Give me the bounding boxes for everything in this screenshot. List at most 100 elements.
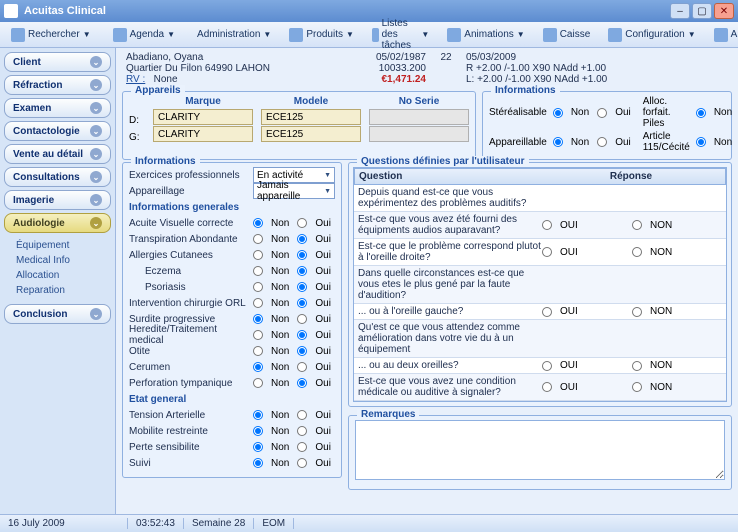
q1-non[interactable] [632, 220, 642, 230]
info7-non[interactable] [253, 330, 263, 340]
sidebar-item-imagerie[interactable]: Imagerie⌄ [4, 190, 111, 210]
info0-non[interactable] [253, 218, 263, 228]
q4-non[interactable] [632, 307, 642, 317]
etat2-non[interactable] [253, 442, 263, 452]
info4-oui[interactable] [297, 282, 307, 292]
minimize-button[interactable]: – [670, 3, 690, 19]
animations-label: Animations [464, 29, 513, 40]
ster-non[interactable] [553, 108, 563, 118]
q2-oui[interactable] [542, 247, 552, 257]
g-marque[interactable]: CLARITY [153, 126, 253, 142]
d-serie[interactable] [369, 109, 469, 125]
etat1-oui[interactable] [297, 426, 307, 436]
sidebar-item-refraction[interactable]: Réfraction⌄ [4, 75, 111, 95]
calendar-icon [113, 28, 127, 42]
agenda-button[interactable]: Agenda▼ [106, 25, 182, 45]
info0-oui[interactable] [297, 218, 307, 228]
patient-bar: Abadiano, Oyana 05/02/1987 22 05/03/2009… [116, 48, 738, 89]
info8-oui[interactable] [297, 346, 307, 356]
info1-oui[interactable] [297, 234, 307, 244]
info5-non[interactable] [253, 298, 263, 308]
etat0-non[interactable] [253, 410, 263, 420]
sidebar-item-client[interactable]: Client⌄ [4, 52, 111, 72]
q4-oui[interactable] [542, 307, 552, 317]
info4-non[interactable] [253, 282, 263, 292]
app-non[interactable] [553, 137, 563, 147]
listes-button[interactable]: Listes des tâches▼ [365, 25, 436, 45]
info1-non[interactable] [253, 234, 263, 244]
sidebar-item-consultations[interactable]: Consultations⌄ [4, 167, 111, 187]
patient-addr: Quartier Du Filon 64990 LAHON [126, 63, 306, 74]
app-title: Acuitas Clinical [24, 5, 668, 17]
q6-oui[interactable] [542, 361, 552, 371]
cash-icon [543, 28, 557, 42]
maximize-button[interactable]: ▢ [692, 3, 712, 19]
etat3-non[interactable] [253, 458, 263, 468]
info6-non[interactable] [253, 314, 263, 324]
rechercher-button[interactable]: Rechercher▼ [4, 25, 98, 45]
q7-non[interactable] [632, 382, 642, 392]
aide-button[interactable]: Aide▼ [707, 25, 738, 45]
produits-button[interactable]: Produits▼ [282, 25, 361, 45]
q6-non[interactable] [632, 361, 642, 371]
hdr-marque: Marque [153, 96, 253, 107]
question-text: ... ou à l'oreille gauche? [358, 306, 542, 317]
list-icon [372, 28, 379, 42]
box-icon [289, 28, 303, 42]
configuration-button[interactable]: Configuration▼ [601, 25, 702, 45]
sidebar-item-vente[interactable]: Vente au détail⌄ [4, 144, 111, 164]
app-oui[interactable] [597, 137, 607, 147]
info9-oui[interactable] [297, 362, 307, 372]
art-non[interactable] [696, 137, 706, 147]
sub-general: Informations generales [129, 202, 335, 213]
info5-oui[interactable] [297, 298, 307, 308]
sidebar-sub-medicalinfo[interactable]: Medical Info [16, 253, 111, 268]
sidebar-sub-reparation[interactable]: Reparation [16, 283, 111, 298]
close-button[interactable]: ✕ [714, 3, 734, 19]
d-marque[interactable]: CLARITY [153, 109, 253, 125]
sidebar-item-contactologie[interactable]: Contactologie⌄ [4, 121, 111, 141]
info2-non[interactable] [253, 250, 263, 260]
info8-non[interactable] [253, 346, 263, 356]
etat0-oui[interactable] [297, 410, 307, 420]
qhdr-question: Question [359, 171, 541, 182]
sidebar-item-conclusion[interactable]: Conclusion⌄ [4, 304, 111, 324]
caisse-label: Caisse [560, 29, 591, 40]
sidebar-sub-allocation[interactable]: Allocation [16, 268, 111, 283]
g-modele[interactable]: ECE125 [261, 126, 361, 142]
q7-oui[interactable] [542, 382, 552, 392]
etat1-non[interactable] [253, 426, 263, 436]
info7-oui[interactable] [297, 330, 307, 340]
info9-non[interactable] [253, 362, 263, 372]
chevron-down-icon: ⌄ [90, 102, 102, 114]
sidebar-sub-equipement[interactable]: Équipement [16, 238, 111, 253]
q2-non[interactable] [632, 247, 642, 257]
alloc-non[interactable] [696, 108, 706, 118]
d-modele[interactable]: ECE125 [261, 109, 361, 125]
apinfo-legend: Informations [491, 85, 560, 96]
sidebar-item-label: Vente au détail [13, 149, 83, 160]
remarks-textarea[interactable] [355, 420, 725, 480]
info-item-label: Psoriasis [129, 282, 249, 293]
info2-oui[interactable] [297, 250, 307, 260]
caisse-button[interactable]: Caisse [536, 25, 598, 45]
info3-oui[interactable] [297, 266, 307, 276]
ster-oui[interactable] [597, 108, 607, 118]
info10-non[interactable] [253, 378, 263, 388]
question-text: Est-ce que le problème correspond plutot… [358, 241, 542, 263]
info6-oui[interactable] [297, 314, 307, 324]
etat2-oui[interactable] [297, 442, 307, 452]
animations-button[interactable]: Animations▼ [440, 25, 531, 45]
rv-value: None [154, 74, 178, 85]
etat3-oui[interactable] [297, 458, 307, 468]
app-select[interactable]: Jamais appareille▼ [253, 183, 335, 199]
info3-non[interactable] [253, 266, 263, 276]
administration-button[interactable]: Administration▼ [190, 25, 278, 45]
g-serie[interactable] [369, 126, 469, 142]
sidebar-item-audiologie[interactable]: Audiologie⌄ [4, 213, 111, 233]
info10-oui[interactable] [297, 378, 307, 388]
etat-item-label: Perte sensibilite [129, 442, 249, 453]
sidebar-item-examen[interactable]: Examen⌄ [4, 98, 111, 118]
q1-oui[interactable] [542, 220, 552, 230]
status-eom: EOM [254, 518, 294, 529]
